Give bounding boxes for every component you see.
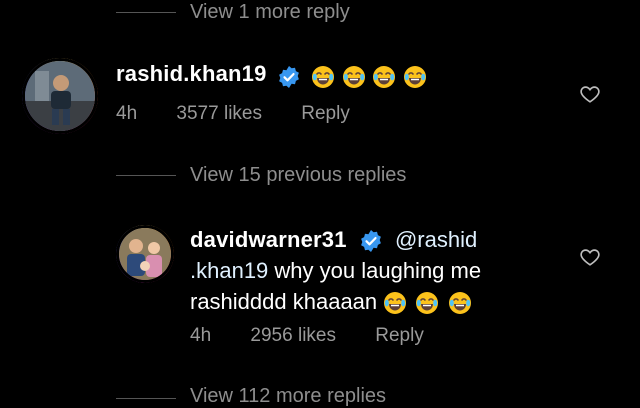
comment-emojis bbox=[311, 65, 428, 88]
view-more-replies-top[interactable]: View 1 more reply bbox=[190, 1, 350, 24]
avatar-image bbox=[119, 228, 171, 280]
avatar-image bbox=[25, 61, 95, 131]
heart-icon[interactable] bbox=[579, 83, 601, 105]
comment-text: why you laughing me bbox=[268, 258, 482, 283]
view-previous-replies[interactable]: View 15 previous replies bbox=[190, 164, 406, 187]
face-with-tears-of-joy-icon bbox=[342, 65, 365, 88]
comment-meta-rashid: 4h 3577 likes Reply bbox=[116, 103, 384, 125]
comment-warner: davidwarner31 @rashid .khan19 why you la… bbox=[0, 220, 640, 360]
thread-divider-middle bbox=[116, 175, 176, 176]
heart-icon[interactable] bbox=[579, 246, 601, 268]
avatar-photo bbox=[22, 58, 98, 134]
comment-time: 4h bbox=[190, 325, 212, 346]
face-with-tears-of-joy-icon bbox=[384, 292, 407, 315]
face-with-tears-of-joy-icon bbox=[403, 65, 426, 88]
face-with-tears-of-joy-icon bbox=[448, 292, 471, 315]
reply-button[interactable]: Reply bbox=[375, 325, 424, 346]
thread-divider-bottom bbox=[116, 398, 176, 399]
username[interactable]: davidwarner31 bbox=[190, 227, 347, 252]
mention-link[interactable]: @rashid bbox=[395, 227, 477, 252]
comment-body-warner: davidwarner31 @rashid .khan19 why you la… bbox=[190, 224, 570, 317]
face-with-tears-of-joy-icon bbox=[312, 65, 335, 88]
likes-count[interactable]: 3577 likes bbox=[176, 103, 262, 124]
comment-time: 4h bbox=[116, 103, 138, 124]
comment-header-rashid: rashid.khan19 bbox=[116, 61, 429, 89]
face-with-tears-of-joy-icon bbox=[373, 65, 396, 88]
comment-meta-warner: 4h 2956 likes Reply bbox=[190, 325, 458, 347]
username[interactable]: rashid.khan19 bbox=[116, 61, 267, 86]
view-more-replies-bottom[interactable]: View 112 more replies bbox=[190, 385, 386, 408]
verified-badge-icon bbox=[279, 65, 299, 88]
avatar-warner[interactable] bbox=[116, 225, 174, 283]
comment-rashid: rashid.khan19 4h 3577 likes Reply bbox=[0, 55, 640, 135]
comment-emojis bbox=[383, 289, 473, 315]
face-with-tears-of-joy-icon bbox=[416, 292, 439, 315]
verified-badge-icon bbox=[360, 230, 381, 253]
avatar-photo bbox=[116, 225, 174, 283]
thread-divider-top bbox=[116, 12, 176, 13]
likes-count[interactable]: 2956 likes bbox=[250, 325, 336, 346]
mention-link[interactable]: .khan19 bbox=[190, 258, 268, 283]
comment-text: rashidddd khaaaan bbox=[190, 289, 384, 314]
avatar-rashid[interactable] bbox=[22, 58, 98, 134]
reply-button[interactable]: Reply bbox=[301, 103, 350, 124]
